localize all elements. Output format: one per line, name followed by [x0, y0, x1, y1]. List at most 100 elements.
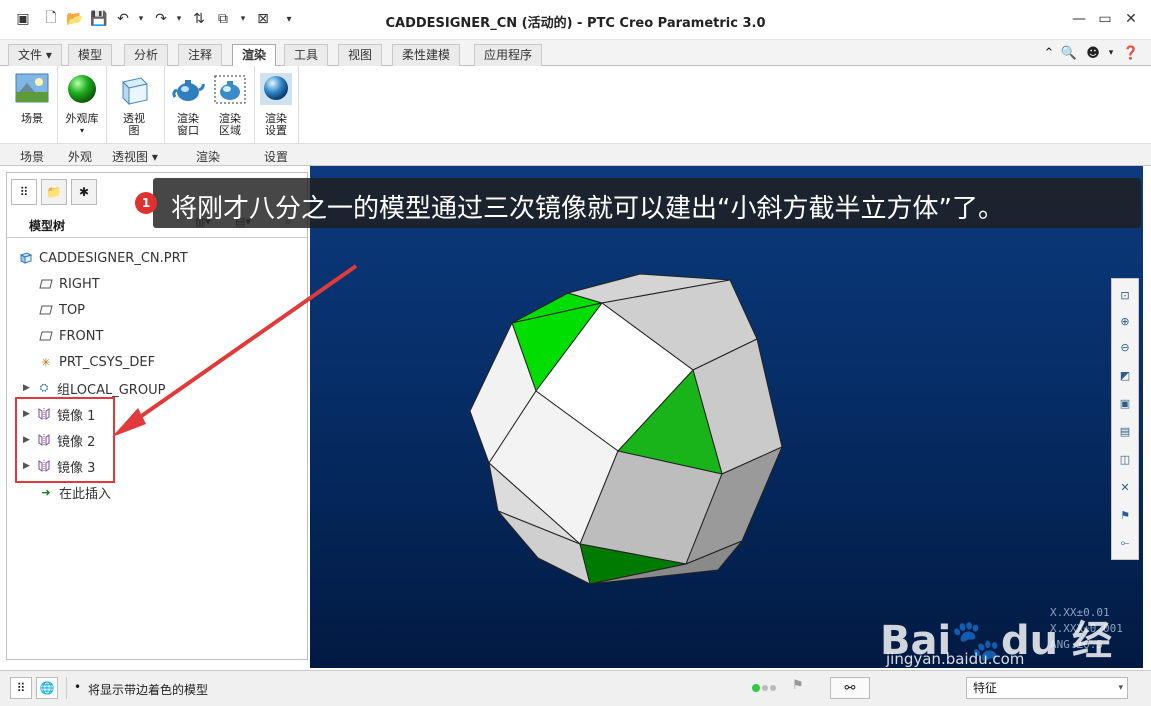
close-button[interactable]: ✕: [1120, 8, 1142, 30]
scene-icon: [15, 73, 49, 103]
group-label-appearance: 外观: [68, 150, 93, 164]
chevron-down-icon: ▾: [1118, 683, 1123, 693]
datum-display-icon[interactable]: ✕: [1115, 477, 1135, 497]
browser-toggle-icon[interactable]: 🌐: [36, 677, 58, 699]
teapot-icon: [172, 80, 205, 101]
search-icon[interactable]: 🔍: [1060, 44, 1078, 62]
tab-flexible-modeling[interactable]: 柔性建模: [392, 44, 461, 66]
ribbon-tab-bar: 文件 ▾ 模型 分析 注释 渲染 工具 视图 柔性建模 应用程序 ⌃ 🔍 ☻ ▾…: [0, 40, 1151, 67]
scene-label: 场景: [21, 112, 43, 125]
help-icon[interactable]: ❓: [1122, 44, 1140, 62]
saved-orientations-icon[interactable]: ▤: [1115, 421, 1135, 441]
tab-analysis[interactable]: 分析: [124, 44, 169, 66]
status-bar: ⠿ 🌐 • 将显示带边着色的模型 ⚑ ⚯ 特征 ▾: [0, 670, 1151, 706]
selection-filter-select[interactable]: 特征 ▾: [966, 677, 1128, 699]
appearance-sphere-icon: [68, 75, 96, 103]
tree-item-csys[interactable]: ✳ PRT_CSYS_DEF: [37, 351, 155, 373]
favorites-tab-icon[interactable]: ✱: [71, 179, 97, 205]
render-setup-icon: [260, 73, 292, 105]
zoom-in-icon[interactable]: ⊕: [1115, 311, 1135, 331]
datum-plane-icon: [37, 276, 55, 292]
community-icon[interactable]: ☻: [1084, 44, 1102, 62]
maximize-button[interactable]: ▭: [1094, 8, 1116, 30]
tree-item-label: 组LOCAL_GROUP: [57, 382, 166, 398]
spin-center-icon[interactable]: ⟜: [1115, 533, 1135, 553]
window-title: CADDESIGNER_CN (活动的) - PTC Creo Parametr…: [385, 16, 766, 31]
appearance-dropdown-icon[interactable]: ▾: [60, 125, 104, 137]
mirror-highlight-box: [15, 397, 115, 483]
zoom-out-icon[interactable]: ⊖: [1115, 337, 1135, 357]
graphics-viewport[interactable]: X.XX±0.01 X.XXX±0.001 ANG.±0.5: [310, 166, 1143, 668]
render-region-label: 渲染区域: [219, 112, 241, 137]
model-tree-title: 模型树: [29, 219, 66, 233]
datum-plane-icon: [37, 328, 55, 344]
tree-item-label: PRT_CSYS_DEF: [59, 354, 156, 370]
tree-item-label: 在此插入: [59, 486, 112, 502]
tab-tools[interactable]: 工具: [284, 44, 329, 66]
status-bullet-icon: •: [74, 680, 82, 694]
tab-view[interactable]: 视图: [338, 44, 383, 66]
tree-item-part[interactable]: CADDESIGNER_CN.PRT: [17, 247, 188, 269]
title-bar: ▣ 🗋 📂 💾 ↶ ▾ ↷ ▾ ⇅ ⧉ ▾ ⊠ ▾ CADDESIGNER_CN…: [0, 0, 1151, 40]
tree-item-local-group[interactable]: ▶ ⛭ 组LOCAL_GROUP: [23, 377, 165, 399]
view-manager-icon[interactable]: ◫: [1115, 449, 1135, 469]
community-dropdown-icon[interactable]: ▾: [1102, 44, 1120, 62]
perspective-button[interactable]: 透视图: [112, 70, 156, 137]
tutorial-caption: 将刚才八分之一的模型通过三次镜像就可以建出“小斜方截半立方体”了。: [153, 178, 1141, 228]
caption-text: 将刚才八分之一的模型通过三次镜像就可以建出“小斜方截半立方体”了。: [171, 194, 1004, 224]
tree-item-top[interactable]: TOP: [37, 299, 85, 321]
step-badge: 1: [135, 192, 157, 214]
group-label-setup: 设置: [264, 150, 289, 164]
perspective-label: 透视图: [123, 112, 145, 137]
tab-model[interactable]: 模型: [68, 44, 113, 66]
collapse-ribbon-icon[interactable]: ⌃: [1040, 44, 1058, 62]
repaint-icon[interactable]: ◩: [1115, 365, 1135, 385]
teapot-region-icon: [214, 75, 246, 104]
part-icon: [17, 250, 35, 266]
expand-arrow-icon[interactable]: ▶: [23, 383, 35, 393]
refit-icon[interactable]: ⊡: [1115, 285, 1135, 305]
tree-item-label: RIGHT: [59, 276, 100, 292]
regen-status-icon[interactable]: [752, 677, 788, 699]
group-icon: ⛭: [39, 381, 49, 394]
status-message: 将显示带边着色的模型: [88, 683, 209, 697]
folder-browser-tab-icon[interactable]: 📁: [41, 179, 67, 205]
ribbon: 场景 外观库 ▾ 透视图 渲染窗口 渲染区域 渲染设置 场景 外观 透视图 ▾ …: [0, 66, 1151, 166]
tab-render[interactable]: 渲染: [232, 44, 277, 67]
tab-file[interactable]: 文件 ▾: [8, 44, 62, 66]
render-region-button[interactable]: 渲染区域: [210, 70, 250, 137]
insert-arrow-icon: ➜: [41, 485, 51, 499]
render-window-button[interactable]: 渲染窗口: [168, 70, 208, 137]
render-setup-label: 渲染设置: [265, 112, 287, 137]
render-window-label: 渲染窗口: [177, 112, 199, 137]
find-binoculars-icon[interactable]: ⚯: [830, 677, 870, 699]
tree-item-label: CADDESIGNER_CN.PRT: [39, 250, 188, 266]
tab-annotate[interactable]: 注释: [178, 44, 223, 66]
viewport-toolbar: ⊡ ⊕ ⊖ ◩ ▣ ▤ ◫ ✕ ⚑ ⟜: [1111, 278, 1139, 560]
rhombicuboctahedron-model[interactable]: [310, 166, 1143, 668]
tree-item-insert-here[interactable]: ➜ 在此插入: [37, 481, 111, 503]
group-label-scene: 场景: [20, 150, 45, 164]
minimize-button[interactable]: —: [1068, 8, 1090, 30]
group-label-render: 渲染: [196, 150, 221, 164]
scene-button[interactable]: 场景: [12, 70, 52, 125]
tree-item-right[interactable]: RIGHT: [37, 273, 100, 295]
appearance-label: 外观库: [65, 112, 99, 125]
ribbon-group-labels: 场景 外观 透视图 ▾ 渲染 设置: [0, 143, 1151, 165]
display-style-icon[interactable]: ▣: [1115, 393, 1135, 413]
tree-toggle-icon[interactable]: ⠿: [10, 677, 32, 699]
tab-applications[interactable]: 应用程序: [474, 44, 543, 66]
annotation-display-icon[interactable]: ⚑: [1115, 505, 1135, 525]
tree-item-label: TOP: [59, 302, 86, 318]
group-label-perspective[interactable]: 透视图 ▾: [112, 148, 158, 165]
baidu-watermark-url: jingyan.baidu.com: [886, 650, 1025, 668]
appearance-gallery-button[interactable]: 外观库 ▾: [60, 70, 104, 137]
csys-icon: ✳: [41, 355, 51, 369]
tree-item-label: FRONT: [59, 328, 104, 344]
render-setup-button[interactable]: 渲染设置: [256, 70, 296, 137]
tree-item-front[interactable]: FRONT: [37, 325, 103, 347]
perspective-cube-icon: [122, 77, 148, 106]
datum-plane-icon: [37, 302, 55, 318]
model-tree-tab-icon[interactable]: ⠿: [11, 179, 37, 205]
flag-icon[interactable]: ⚑: [792, 678, 804, 693]
